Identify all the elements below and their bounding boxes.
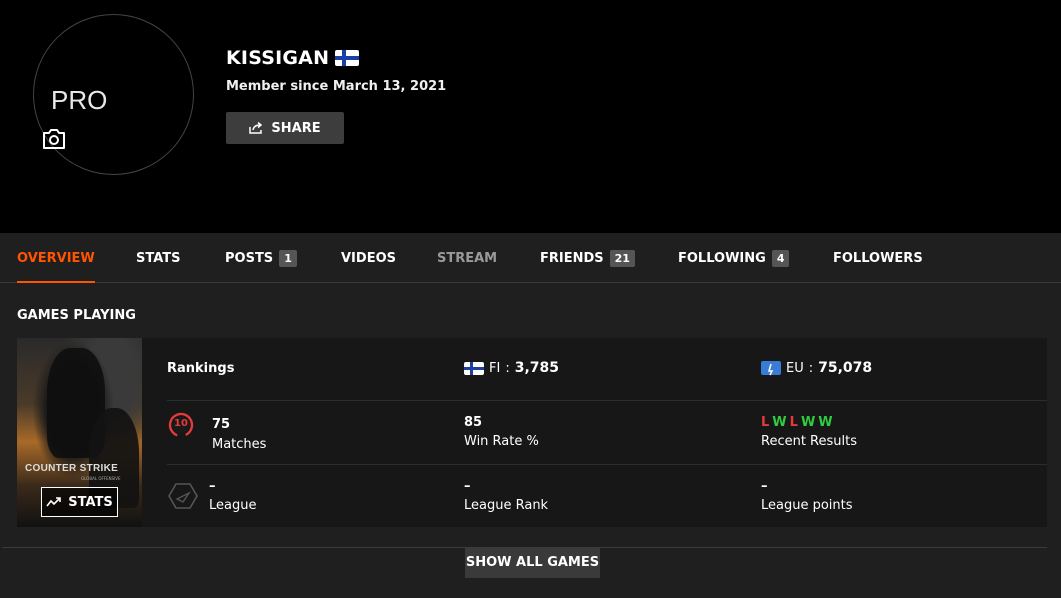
winrate-value: 85 bbox=[464, 415, 483, 430]
finland-flag-icon bbox=[335, 50, 360, 66]
avatar-text: PRO bbox=[51, 85, 108, 115]
tab-following[interactable]: FOLLOWING 4 bbox=[678, 233, 790, 283]
recent-results: L W L W W bbox=[761, 415, 833, 430]
game-logo-subtitle: GLOBAL OFFENSIVE bbox=[81, 476, 121, 481]
tab-followers[interactable]: FOLLOWERS bbox=[833, 233, 923, 283]
matches-label: Matches bbox=[212, 437, 267, 452]
league-label: League bbox=[209, 498, 257, 513]
stats-button-label: STATS bbox=[68, 494, 113, 510]
tab-stats[interactable]: STATS bbox=[136, 233, 181, 283]
divider bbox=[167, 464, 1047, 465]
tab-label: FOLLOWERS bbox=[833, 250, 923, 266]
tab-label: FOLLOWING bbox=[678, 250, 766, 266]
country-code: FI bbox=[489, 360, 501, 376]
section-title-games-playing: GAMES PLAYING bbox=[17, 308, 136, 323]
league-points-value: – bbox=[761, 479, 768, 494]
show-all-games-button[interactable]: SHOW ALL GAMES bbox=[465, 547, 600, 578]
camera-icon[interactable] bbox=[42, 128, 66, 150]
tab-friends[interactable]: FRIENDS 21 bbox=[540, 233, 635, 283]
country-rank-value: 3,785 bbox=[514, 360, 559, 376]
profile-header: PRO KISSIGAN Member since March 13, 2021… bbox=[0, 0, 1061, 233]
tab-count-badge: 21 bbox=[609, 249, 635, 267]
tab-count-badge: 1 bbox=[279, 249, 297, 267]
recent-results-label: Recent Results bbox=[761, 434, 858, 449]
winrate-label: Win Rate % bbox=[464, 434, 539, 449]
result-win: W bbox=[818, 415, 833, 430]
tab-label: VIDEOS bbox=[341, 250, 396, 266]
rankings-label: Rankings bbox=[167, 361, 235, 376]
share-label: SHARE bbox=[271, 120, 321, 136]
game-card: COUNTER STRIKE GLOBAL OFFENSIVE STATS Ra… bbox=[17, 338, 1047, 527]
result-loss: L bbox=[761, 415, 770, 430]
share-icon bbox=[249, 122, 263, 134]
league-value: – bbox=[209, 479, 216, 494]
trend-icon bbox=[46, 497, 62, 507]
game-logo: COUNTER STRIKE bbox=[25, 463, 119, 474]
game-cover-image[interactable]: COUNTER STRIKE GLOBAL OFFENSIVE STATS bbox=[17, 338, 142, 527]
league-icon bbox=[168, 483, 198, 509]
member-since: Member since March 13, 2021 bbox=[226, 79, 447, 94]
avatar[interactable]: PRO bbox=[33, 14, 194, 175]
profile-tabs: OVERVIEW STATS POSTS 1 VIDEOS STREAM FRI… bbox=[0, 233, 1061, 283]
share-button[interactable]: SHARE bbox=[226, 112, 344, 144]
divider bbox=[167, 400, 1047, 401]
result-win: W bbox=[772, 415, 787, 430]
region-rank-value: 75,078 bbox=[818, 360, 873, 376]
league-points-label: League points bbox=[761, 498, 853, 513]
finland-flag-icon bbox=[464, 361, 484, 375]
skill-level-value: 10 bbox=[174, 418, 188, 429]
tab-label: STREAM bbox=[437, 250, 498, 266]
tab-stream[interactable]: STREAM bbox=[437, 233, 497, 283]
league-rank-value: – bbox=[464, 479, 471, 494]
tab-posts[interactable]: POSTS 1 bbox=[225, 233, 297, 283]
region-ranking[interactable]: EU : 75,078 bbox=[761, 360, 872, 376]
tab-videos[interactable]: VIDEOS bbox=[341, 233, 396, 283]
tab-label: OVERVIEW bbox=[17, 250, 95, 266]
region-code: EU bbox=[786, 360, 804, 376]
tab-label: STATS bbox=[136, 250, 181, 266]
username: KISSIGAN bbox=[226, 47, 330, 69]
skill-level-badge: 10 bbox=[167, 411, 195, 439]
result-win: W bbox=[800, 415, 816, 430]
league-rank-label: League Rank bbox=[464, 498, 549, 513]
username-row: KISSIGAN bbox=[226, 47, 360, 69]
tab-label: POSTS bbox=[225, 250, 274, 266]
matches-value: 75 bbox=[212, 417, 231, 432]
eu-region-icon bbox=[761, 361, 781, 376]
tab-label: FRIENDS bbox=[540, 250, 604, 266]
country-ranking[interactable]: FI : 3,785 bbox=[464, 360, 559, 376]
tab-overview[interactable]: OVERVIEW bbox=[17, 233, 95, 283]
result-loss: L bbox=[789, 415, 798, 430]
game-stats-button[interactable]: STATS bbox=[41, 487, 118, 517]
tab-count-badge: 4 bbox=[771, 249, 790, 267]
